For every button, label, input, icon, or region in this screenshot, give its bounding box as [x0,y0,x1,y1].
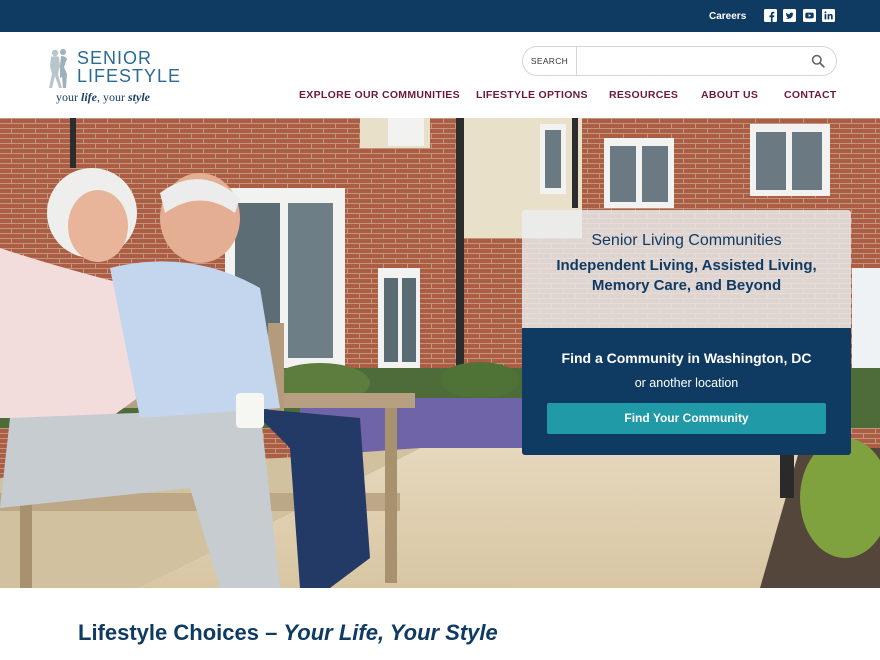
logo-line-1: SENIOR [77,48,153,68]
nav-contact[interactable]: CONTACT [784,89,837,101]
find-community-panel: Find a Community in Washington, DC or an… [522,328,851,455]
search-box: SEARCH [522,46,837,76]
lifestyle-choices-heading: Lifestyle Choices – Your Life, Your Styl… [78,620,498,645]
another-location-link[interactable]: or another location [522,376,851,390]
nav-lifestyle-options[interactable]: LIFESTYLE OPTIONS [476,89,588,101]
search-icon[interactable] [811,54,825,68]
twitter-icon[interactable] [783,9,796,22]
find-community-heading: Find a Community in Washington, DC [561,350,812,366]
search-label: SEARCH [523,47,577,75]
careers-link[interactable]: Careers [709,11,746,22]
hero-card-subtitle: Independent Living, Assisted Living, Mem… [556,257,817,294]
nav-resources[interactable]: RESOURCES [609,89,678,101]
top-bar: Careers [0,0,880,32]
nav-about-us[interactable]: ABOUT US [701,89,758,101]
linkedin-icon[interactable] [822,9,835,22]
facebook-icon[interactable] [764,9,777,22]
find-your-community-button[interactable]: Find Your Community [547,403,826,434]
dancing-couple-icon [49,49,67,88]
logo-tagline: your life, your style [56,90,150,104]
nav-explore-communities[interactable]: EXPLORE OUR COMMUNITIES [299,89,460,101]
hero-card-title: Senior Living Communities [591,232,782,249]
youtube-icon[interactable] [803,9,816,22]
hero-info-card: Senior Living Communities Independent Li… [522,210,851,328]
site-header: SENIOR LIFESTYLE your life, your style S… [0,32,880,118]
site-logo[interactable]: SENIOR LIFESTYLE your life, your style [44,48,194,108]
logo-line-2: LIFESTYLE [77,66,182,86]
search-input[interactable] [579,49,801,73]
hero-banner: Senior Living Communities Independent Li… [0,118,880,588]
